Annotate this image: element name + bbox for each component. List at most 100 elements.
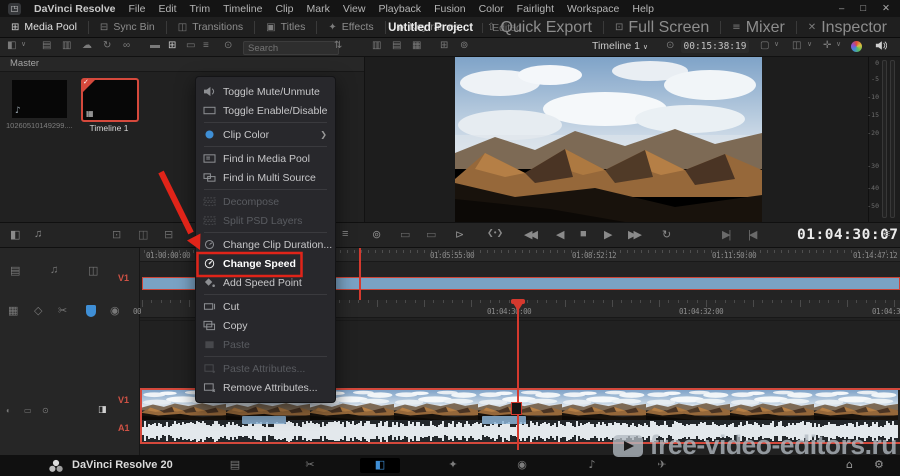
video-track-label[interactable]: V1 bbox=[118, 395, 129, 405]
bin-header[interactable]: Master bbox=[0, 57, 364, 72]
review-clip-icon[interactable]: ▭ bbox=[400, 228, 410, 241]
sync-icon[interactable]: ↻ bbox=[103, 40, 111, 51]
timeline-view-icon[interactable]: ▦ bbox=[8, 304, 18, 317]
color-wheel-icon[interactable] bbox=[851, 41, 862, 52]
mixer-sliders-icon[interactable]: ≡ bbox=[342, 228, 348, 240]
output-mode-icon[interactable]: ▢ bbox=[760, 40, 769, 51]
timeline-selector[interactable]: Timeline 1 ∨ bbox=[560, 40, 680, 52]
speed-play-icon[interactable]: ⊳ bbox=[455, 228, 464, 241]
tab-titles[interactable]: ▣ Titles bbox=[255, 17, 316, 37]
timeline-list-icon[interactable]: ▤ bbox=[10, 264, 20, 277]
maximize-button[interactable]: □ bbox=[860, 3, 866, 14]
menu-item-find-in-multi-source[interactable]: Find in Multi Source bbox=[196, 168, 335, 187]
menubar-item-fusion[interactable]: Fusion bbox=[434, 3, 466, 15]
tab-quick-export[interactable]: ⇧ Quick Export bbox=[476, 17, 603, 38]
tape-view-icon[interactable]: ▦ bbox=[412, 40, 421, 51]
replace-clip-icon[interactable]: ⊟ bbox=[164, 228, 173, 241]
prev-marker-button[interactable]: |◀ bbox=[748, 228, 757, 241]
minimize-button[interactable]: – bbox=[839, 3, 844, 14]
timeline-playhead[interactable] bbox=[517, 300, 519, 450]
menubar-item-mark[interactable]: Mark bbox=[307, 3, 330, 15]
track-solo-icon[interactable]: ⊙ bbox=[42, 406, 49, 415]
track-enable-icon[interactable]: ▭ bbox=[24, 406, 32, 415]
tab-sync-bin[interactable]: ⊟ Sync Bin bbox=[89, 17, 166, 37]
menu-item-find-in-media-pool[interactable]: Find in Media Pool bbox=[196, 149, 335, 168]
chevron-down-icon[interactable]: ∨ bbox=[774, 40, 779, 48]
panel-toggle-icon[interactable]: ◧ bbox=[7, 40, 16, 51]
insert-clip-icon[interactable]: ⊡ bbox=[112, 228, 121, 241]
page-media-icon[interactable]: ▤ bbox=[215, 458, 255, 473]
zoom-mode-icon[interactable]: ✛ bbox=[823, 40, 831, 51]
audio-track-label[interactable]: A1 bbox=[118, 423, 130, 433]
menubar-item-view[interactable]: View bbox=[343, 3, 366, 15]
menubar-item-help[interactable]: Help bbox=[632, 3, 654, 15]
track-mute-icon[interactable]: ◨ bbox=[98, 404, 107, 415]
tab-mixer[interactable]: ≡ Mixer bbox=[721, 17, 796, 38]
flag-markers-icon[interactable]: ◉ bbox=[110, 304, 120, 317]
thumbnail-view-icon[interactable]: ⊞ bbox=[168, 40, 176, 51]
import-folder-icon[interactable]: ▥ bbox=[62, 40, 71, 51]
strip-view-icon[interactable]: ▭ bbox=[186, 40, 195, 51]
record-loop-icon[interactable]: ❮•❯ bbox=[487, 228, 503, 237]
media-clip-audio[interactable]: ♪ bbox=[12, 80, 67, 118]
menu-item-copy[interactable]: Copy bbox=[196, 316, 335, 335]
list-view-icon[interactable]: ≡ bbox=[203, 40, 209, 51]
selection-mode-icon[interactable]: ◧ bbox=[10, 228, 20, 241]
tag-icon[interactable]: ⊙ bbox=[224, 40, 232, 51]
page-fairlight-icon[interactable]: ♪ bbox=[572, 458, 612, 473]
relink-icon[interactable]: ∞ bbox=[123, 40, 130, 51]
menu-item-cut[interactable]: Cut bbox=[196, 297, 335, 316]
page-cut-icon[interactable]: ✂ bbox=[290, 458, 330, 473]
page-fusion-icon[interactable]: ✦ bbox=[433, 458, 473, 473]
menubar-item-playback[interactable]: Playback bbox=[378, 3, 421, 15]
grid-icon[interactable]: ⊞ bbox=[440, 40, 448, 51]
audio-options-icon[interactable]: ♫ bbox=[50, 264, 58, 276]
first-frame-button[interactable]: ◀◀ bbox=[524, 228, 538, 241]
chevron-down-icon[interactable]: ∨ bbox=[807, 40, 812, 48]
clip-view-icon[interactable]: ▥ bbox=[372, 40, 381, 51]
play-reverse-button[interactable]: ◀ bbox=[556, 228, 564, 241]
chevron-down-icon[interactable]: ∨ bbox=[836, 40, 841, 48]
review-zoom-icon[interactable]: ▭ bbox=[426, 228, 436, 241]
menu-item-change-speed[interactable]: Change Speed bbox=[196, 254, 335, 273]
audio-trim-icon[interactable]: ♫ bbox=[34, 228, 42, 240]
timeline-options-icon[interactable]: ≡ bbox=[884, 228, 890, 240]
tab-transitions[interactable]: ◫ Transitions bbox=[167, 17, 254, 37]
stop-button[interactable]: ■ bbox=[580, 228, 587, 240]
snapping-icon[interactable] bbox=[86, 305, 96, 317]
layers-icon[interactable]: ◫ bbox=[792, 40, 801, 51]
overview-playhead[interactable] bbox=[359, 248, 361, 300]
menu-item-remove-attributes[interactable]: Remove Attributes... bbox=[196, 378, 335, 397]
menu-item-clip-color[interactable]: Clip Color ❯ bbox=[196, 125, 335, 144]
last-frame-button[interactable]: ▶▶ bbox=[628, 228, 642, 241]
user-icon[interactable]: ⊚ bbox=[460, 40, 468, 51]
voiceover-mic-icon[interactable]: ⊚ bbox=[372, 228, 381, 241]
audio-view-icon[interactable]: ◇ bbox=[34, 304, 42, 317]
menubar-item-trim[interactable]: Trim bbox=[190, 3, 211, 15]
track-lock-icon[interactable]: ◐ bbox=[6, 406, 11, 415]
menubar-item-workspace[interactable]: Workspace bbox=[567, 3, 619, 15]
sort-icon[interactable]: ⇅ bbox=[334, 40, 342, 51]
source-timecode[interactable]: 00:15:38:19 bbox=[681, 40, 749, 53]
filmstrip-view-icon[interactable]: ▬ bbox=[150, 40, 160, 51]
menubar-item-color[interactable]: Color bbox=[479, 3, 504, 15]
overwrite-clip-icon[interactable]: ◫ bbox=[138, 228, 148, 241]
menubar-item-fairlight[interactable]: Fairlight bbox=[517, 3, 554, 15]
menubar-item-timeline[interactable]: Timeline bbox=[223, 3, 262, 15]
menubar-item-file[interactable]: File bbox=[129, 3, 146, 15]
multicam-view-icon[interactable]: ▤ bbox=[392, 40, 401, 51]
chevron-down-icon[interactable]: ∨ bbox=[21, 40, 26, 48]
menu-item-change-clip-duration[interactable]: Change Clip Duration... bbox=[196, 235, 335, 254]
razor-icon[interactable]: ✂ bbox=[58, 304, 67, 317]
menu-item-toggle-enable-disable[interactable]: Toggle Enable/Disable bbox=[196, 101, 335, 120]
video-preview[interactable] bbox=[455, 57, 762, 222]
menu-item-add-speed-point[interactable]: Add Speed Point bbox=[196, 273, 335, 292]
menu-item-toggle-mute-unmute[interactable]: Toggle Mute/Unmute bbox=[196, 82, 335, 101]
search-input[interactable] bbox=[243, 41, 339, 55]
tab-media-pool[interactable]: ⊞ Media Pool bbox=[0, 17, 88, 37]
page-color-icon[interactable]: ◉ bbox=[502, 458, 542, 473]
app-logo-icon[interactable]: ◳ bbox=[8, 2, 21, 15]
speaker-icon[interactable] bbox=[875, 40, 888, 54]
close-button[interactable]: ✕ bbox=[882, 3, 890, 14]
loop-button[interactable]: ↻ bbox=[662, 228, 671, 241]
